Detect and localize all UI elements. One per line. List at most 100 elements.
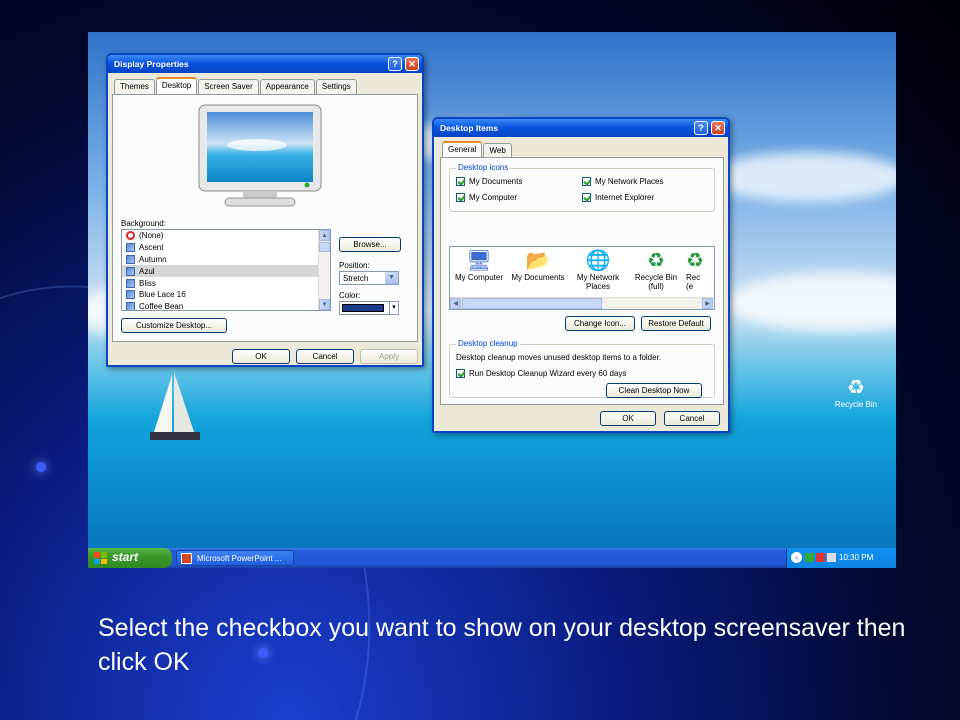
preview-label: My Computer — [454, 273, 503, 282]
clean-desktop-now-button[interactable]: Clean Desktop Now — [606, 383, 702, 398]
checkbox-box — [456, 193, 465, 202]
list-item-label: Bliss — [139, 278, 156, 288]
background-listbox[interactable]: (None) Ascent Autumn Azul Bliss Blue Lac… — [121, 229, 331, 311]
list-item-label: (None) — [139, 231, 164, 241]
listbox-scrollbar[interactable]: ▲ ▼ — [318, 230, 330, 310]
color-picker[interactable]: ▾ — [339, 301, 399, 315]
preview-my-documents[interactable]: 📂 My Documents — [508, 249, 568, 282]
desktop-recycle-bin[interactable]: ♻ Recycle Bin — [826, 376, 886, 409]
list-item[interactable]: Bliss — [122, 277, 330, 289]
window-title: Display Properties — [114, 59, 189, 69]
tray-icon[interactable] — [816, 553, 825, 562]
ok-button[interactable]: OK — [600, 411, 656, 426]
cloud — [728, 272, 896, 332]
help-button[interactable]: ? — [388, 57, 402, 71]
image-file-icon — [126, 278, 135, 288]
icon-preview-list[interactable]: 🖥 My Computer 📂 My Documents 🌐 My Network P… — [449, 246, 715, 310]
preview-recycle-bin-full[interactable]: ♻ Recycle Bin (full) — [628, 249, 684, 291]
image-file-icon — [126, 243, 135, 253]
horizontal-scrollbar[interactable]: ◀ ▶ — [450, 297, 714, 309]
scroll-thumb[interactable] — [462, 298, 602, 309]
checkbox-box — [582, 177, 591, 186]
checkbox-label: Internet Explorer — [595, 193, 655, 202]
list-item[interactable]: Coffee Bean — [122, 301, 330, 311]
network-icon: 🌐 — [585, 250, 611, 272]
image-file-icon — [126, 290, 135, 300]
ok-button[interactable]: OK — [232, 349, 290, 364]
help-button[interactable]: ? — [694, 121, 708, 135]
checkbox-label: Run Desktop Cleanup Wizard every 60 days — [469, 369, 627, 378]
close-button[interactable]: ✕ — [405, 57, 419, 71]
taskbar-item-powerpoint[interactable]: Microsoft PowerPoint ... — [176, 550, 294, 566]
display-properties-window: Display Properties ? ✕ Themes Desktop Sc… — [106, 53, 424, 367]
customize-desktop-button[interactable]: Customize Desktop... — [121, 318, 227, 333]
list-item-selected[interactable]: Azul — [122, 265, 330, 278]
windows-logo-icon — [94, 552, 107, 564]
preview-my-computer[interactable]: 🖥 My Computer — [452, 249, 506, 282]
my-computer-checkbox[interactable]: My Computer — [456, 193, 517, 202]
preview-label: Recycle Bin (full) — [634, 273, 678, 291]
sailboat-image — [150, 372, 200, 440]
taskbar: start Microsoft PowerPoint ... ‹ 10:30 P… — [88, 548, 896, 568]
preview-label: My Documents — [511, 273, 565, 282]
color-label: Color: — [339, 291, 361, 300]
scroll-down-icon[interactable]: ▼ — [319, 299, 330, 310]
monitor-preview — [198, 104, 322, 207]
none-icon — [126, 231, 135, 241]
list-item[interactable]: Autumn — [122, 254, 330, 266]
checkbox-label: My Network Places — [595, 177, 664, 186]
tab-desktop[interactable]: Desktop — [155, 77, 198, 94]
my-documents-checkbox[interactable]: My Documents — [456, 177, 522, 186]
checkbox-label: My Computer — [469, 193, 518, 202]
restore-default-button[interactable]: Restore Default — [641, 316, 711, 331]
internet-explorer-checkbox[interactable]: Internet Explorer — [582, 193, 654, 202]
my-network-places-checkbox[interactable]: My Network Places — [582, 177, 663, 186]
close-button[interactable]: ✕ — [711, 121, 725, 135]
tab-general[interactable]: General — [442, 141, 483, 158]
tray-icon[interactable] — [827, 553, 836, 562]
change-icon-button[interactable]: Change Icon... — [565, 316, 635, 331]
position-label: Position: — [339, 261, 370, 270]
folder-icon: 📂 — [525, 250, 551, 272]
tray-expand-icon[interactable]: ‹ — [791, 552, 802, 563]
recycle-bin-empty-icon: ♻ — [686, 250, 704, 272]
start-label: start — [112, 550, 139, 564]
cancel-button[interactable]: Cancel — [296, 349, 354, 364]
position-value: Stretch — [343, 274, 369, 283]
tray-icon[interactable] — [805, 553, 814, 562]
scroll-up-icon[interactable]: ▲ — [319, 230, 330, 241]
list-item[interactable]: Blue Lace 16 — [122, 289, 330, 301]
desktop-tab-panel: Background: (None) Ascent Autumn Azul Bl… — [112, 94, 418, 342]
clock[interactable]: 10:30 PM — [839, 553, 873, 562]
list-item-label: Ascent — [139, 243, 164, 253]
checkbox-box — [456, 177, 465, 186]
window-title: Desktop Items — [440, 123, 499, 133]
desktop-items-titlebar[interactable]: Desktop Items ? ✕ — [434, 119, 728, 137]
scroll-right-icon[interactable]: ▶ — [702, 298, 713, 309]
list-item-label: Coffee Bean — [139, 302, 184, 311]
browse-button[interactable]: Browse... — [339, 237, 401, 252]
cleanup-description: Desktop cleanup moves unused desktop ite… — [456, 353, 662, 362]
image-file-icon — [126, 266, 135, 276]
cancel-button[interactable]: Cancel — [664, 411, 720, 426]
chevron-down-icon: ▼ — [385, 272, 398, 284]
preview-my-network-places[interactable]: 🌐 My Network Places — [570, 249, 626, 291]
recycle-bin-label: Recycle Bin — [834, 400, 878, 409]
preview-recycle-bin-empty[interactable]: ♻ Rec (e — [686, 249, 714, 291]
computer-icon: 🖥 — [466, 250, 492, 272]
general-tab-panel: Desktop icons My Documents My Network Pl… — [440, 157, 724, 405]
position-select[interactable]: Stretch ▼ — [339, 271, 399, 285]
apply-button[interactable]: Apply — [360, 349, 418, 364]
scroll-left-icon[interactable]: ◀ — [450, 298, 461, 309]
cleanup-wizard-checkbox[interactable]: Run Desktop Cleanup Wizard every 60 days — [456, 369, 626, 378]
display-properties-titlebar[interactable]: Display Properties ? ✕ — [108, 55, 422, 73]
scroll-thumb[interactable] — [319, 242, 330, 252]
list-item[interactable]: Ascent — [122, 242, 330, 254]
start-button[interactable]: start — [88, 548, 172, 568]
group-legend: Desktop icons — [456, 163, 511, 172]
list-item-label: Autumn — [139, 254, 167, 264]
color-swatch — [342, 304, 384, 312]
list-item[interactable]: (None) — [122, 230, 330, 242]
desktop-items-window: Desktop Items ? ✕ General Web Desktop ic… — [432, 117, 730, 433]
powerpoint-icon — [181, 553, 192, 564]
